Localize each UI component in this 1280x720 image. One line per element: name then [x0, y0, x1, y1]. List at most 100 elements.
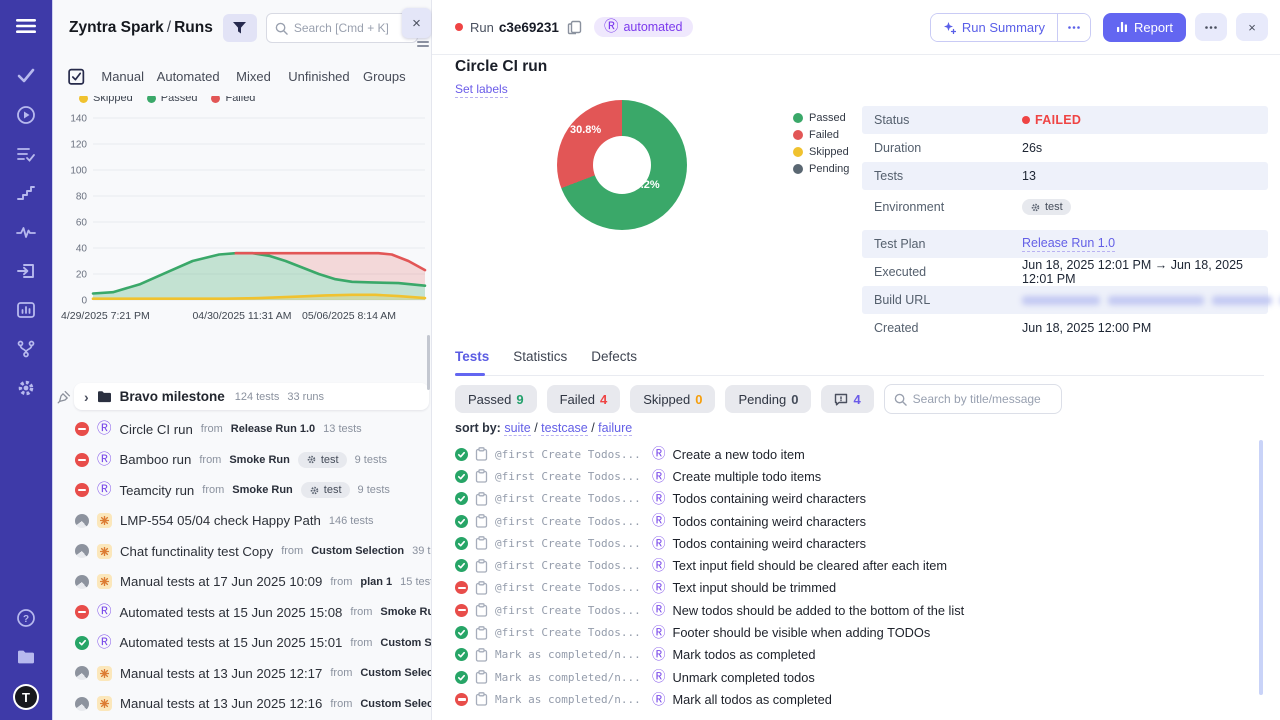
clipboard-icon [475, 692, 488, 706]
tab-tests[interactable]: Tests [455, 349, 489, 375]
failed-status-icon [75, 605, 89, 619]
trend-legend: Skipped Passed Failed [79, 96, 431, 104]
automated-badge[interactable]: Ⓡ automated [594, 17, 693, 38]
automated-icon: Ⓡ [652, 514, 666, 528]
settings-gear-icon[interactable] [14, 376, 38, 400]
finished-status-icon [75, 514, 89, 528]
group-card[interactable]: › Bravo milestone 124 tests 33 runs [74, 383, 429, 410]
test-list-icon[interactable] [14, 142, 38, 166]
run-summary-button[interactable]: Run Summary [931, 14, 1057, 41]
run-row[interactable]: ⓇTeamcity runfromSmoke Runtest9 tests [53, 475, 431, 506]
test-row[interactable]: @first Create Todos...ⓇCreate multiple t… [455, 465, 1250, 487]
copy-icon[interactable] [567, 20, 582, 35]
test-suite: @first Create Todos... [495, 626, 645, 639]
comments-filter-button[interactable]: 4 [821, 385, 873, 413]
milestones-stairs-icon[interactable] [14, 181, 38, 205]
failed-status-icon [455, 581, 468, 594]
test-row[interactable]: @first Create Todos...ⓇText input should… [455, 577, 1250, 599]
run-group-row[interactable]: › Bravo milestone 124 tests 33 runs [57, 383, 429, 410]
run-row[interactable]: ⓇAutomated tests at 15 Jun 2025 15:01fro… [53, 628, 431, 659]
reports-icon[interactable] [14, 298, 38, 322]
test-row[interactable]: Mark as completed/n...ⓇMark all todos as… [455, 688, 1250, 710]
trend-legend-item[interactable]: Failed [211, 96, 255, 104]
tab-unfinished[interactable]: Unfinished [286, 69, 351, 84]
filter-failed-button[interactable]: Failed4 [547, 385, 621, 413]
test-plan-link[interactable]: Release Run 1.0 [1022, 236, 1115, 252]
tab-statistics[interactable]: Statistics [513, 349, 567, 375]
run-row[interactable]: Manual tests at 13 Jun 2025 12:17fromCus… [53, 658, 431, 689]
donut-legend-item[interactable]: Pending [793, 163, 849, 175]
test-row[interactable]: @first Create Todos...ⓇTodos containing … [455, 510, 1250, 532]
panel-close-button[interactable]: × [402, 8, 431, 38]
filter-skipped-button[interactable]: Skipped0 [630, 385, 715, 413]
run-row[interactable]: ⓇBamboo runfromSmoke Runtest9 tests [53, 445, 431, 476]
tab-groups[interactable]: Groups [352, 69, 417, 84]
help-icon[interactable]: ? [14, 606, 38, 630]
all-runs-checklist-icon[interactable] [67, 67, 86, 86]
tests-search-input[interactable] [913, 392, 1048, 406]
runs-play-icon[interactable] [14, 103, 38, 127]
tasks-check-icon[interactable] [14, 64, 38, 88]
test-row[interactable]: @first Create Todos...ⓇCreate a new todo… [455, 443, 1250, 465]
donut-legend: Passed Failed Skipped Pending [793, 112, 849, 180]
chevron-right-icon[interactable]: › [84, 389, 89, 405]
failed-status-icon [455, 693, 468, 706]
run-row[interactable]: Chat functinality test CopyfromCustom Se… [53, 536, 431, 567]
import-icon[interactable] [14, 259, 38, 283]
donut-legend-item[interactable]: Failed [793, 129, 849, 141]
test-row[interactable]: @first Create Todos...ⓇText input field … [455, 554, 1250, 576]
run-row[interactable]: Manual tests at 13 Jun 2025 12:16fromCus… [53, 689, 431, 720]
sort-by-testcase-link[interactable]: testcase [541, 421, 588, 436]
run-row[interactable]: LMP-554 05/04 check Happy Path146 tests [53, 506, 431, 537]
tab-defects[interactable]: Defects [591, 349, 637, 375]
build-url-redacted[interactable] [1022, 296, 1280, 305]
svg-text:0: 0 [81, 296, 87, 307]
donut-legend-item[interactable]: Passed [793, 112, 849, 124]
panel-scrollbar[interactable] [427, 335, 430, 390]
run-row[interactable]: Manual tests at 17 Jun 2025 10:09frompla… [53, 567, 431, 598]
tests-scrollbar[interactable] [1259, 440, 1263, 695]
bar-chart-icon [1116, 21, 1128, 33]
panel-collapse-icon[interactable] [417, 41, 429, 48]
branches-icon[interactable] [14, 337, 38, 361]
filter-passed-button[interactable]: Passed9 [455, 385, 537, 413]
filter-pending-button[interactable]: Pending0 [725, 385, 811, 413]
tab-mixed[interactable]: Mixed [221, 69, 286, 84]
close-run-button[interactable]: × [1236, 13, 1268, 41]
test-row[interactable]: @first Create Todos...ⓇNew todos should … [455, 599, 1250, 621]
runs-search-input[interactable] [294, 21, 404, 35]
tab-automated[interactable]: Automated [155, 69, 220, 84]
pulse-icon[interactable] [14, 220, 38, 244]
detail-row-environment: Environment test [862, 190, 1268, 224]
run-label: Run [470, 20, 494, 35]
passed-status-icon [455, 626, 468, 639]
environment-badge[interactable]: test [1022, 199, 1071, 215]
set-labels-link[interactable]: Set labels [455, 82, 508, 98]
projects-folder-icon[interactable] [14, 645, 38, 669]
runs-search [266, 13, 418, 43]
test-row[interactable]: @first Create Todos...ⓇTodos containing … [455, 532, 1250, 554]
manual-icon [97, 574, 112, 589]
test-row[interactable]: Mark as completed/n...ⓇUnmark completed … [455, 666, 1250, 688]
test-row[interactable]: @first Create Todos...ⓇTodos containing … [455, 488, 1250, 510]
menu-icon[interactable] [14, 14, 38, 38]
report-button[interactable]: Report [1103, 13, 1186, 42]
test-suite: @first Create Todos... [495, 492, 645, 505]
run-row[interactable]: ⓇCircle CI runfromRelease Run 1.013 test… [53, 414, 431, 445]
test-row[interactable]: Mark as completed/n...ⓇMark todos as com… [455, 644, 1250, 666]
trend-legend-item[interactable]: Passed [147, 96, 198, 104]
breadcrumb-project[interactable]: Zyntra Spark [69, 19, 164, 36]
filter-button[interactable] [223, 14, 257, 42]
run-summary-more-button[interactable] [1057, 14, 1090, 41]
test-suite: @first Create Todos... [495, 537, 645, 550]
run-row[interactable]: ⓇAutomated tests at 15 Jun 2025 15:08fro… [53, 597, 431, 628]
app-logo[interactable]: T [13, 684, 39, 710]
trend-legend-item[interactable]: Skipped [79, 96, 133, 104]
sort-by-suite-link[interactable]: suite [504, 421, 530, 436]
test-row[interactable]: @first Create Todos...ⓇFooter should be … [455, 621, 1250, 643]
more-button[interactable] [1195, 13, 1227, 41]
donut-legend-item[interactable]: Skipped [793, 146, 849, 158]
pin-icon[interactable] [57, 390, 71, 404]
sort-by-failure-link[interactable]: failure [598, 421, 632, 436]
tab-manual[interactable]: Manual [90, 69, 155, 84]
